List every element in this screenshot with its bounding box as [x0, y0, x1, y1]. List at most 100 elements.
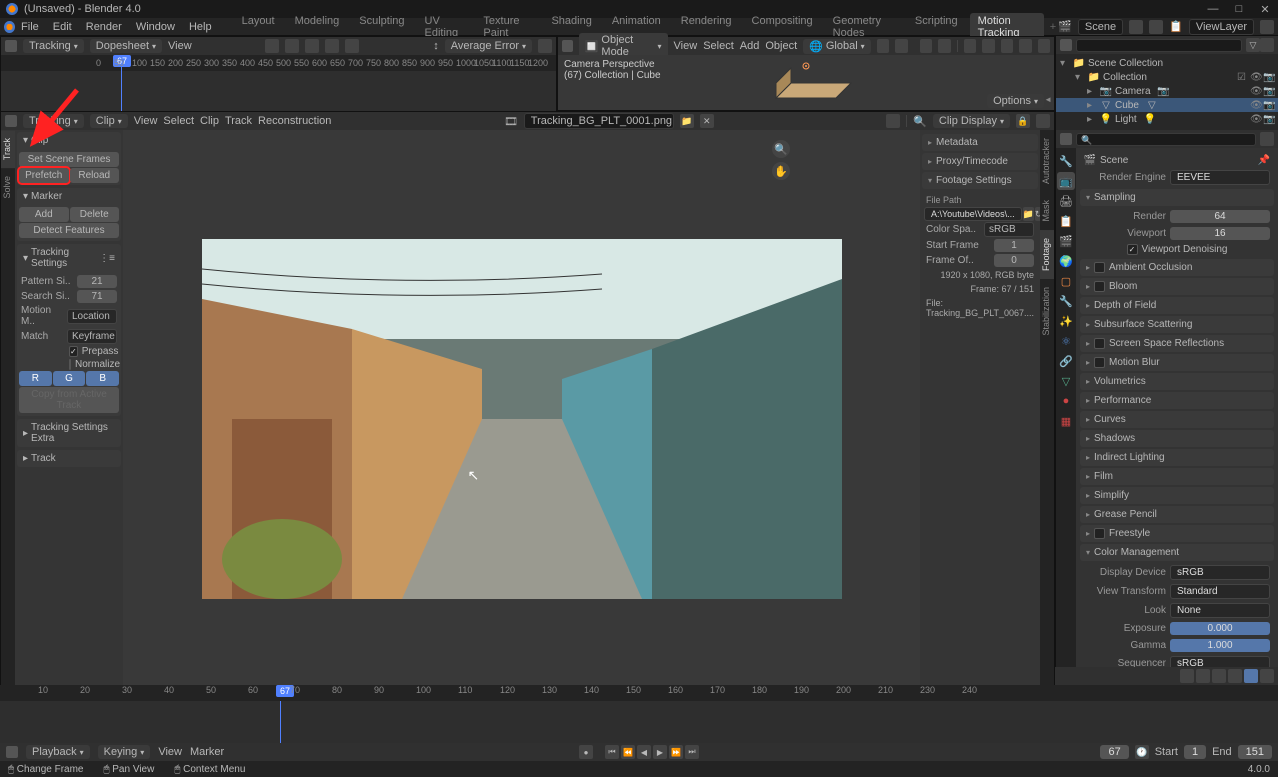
- jump-start-button[interactable]: ⏮: [605, 745, 619, 759]
- view-menu[interactable]: View: [674, 40, 698, 52]
- prefetch-button[interactable]: Prefetch: [19, 168, 69, 183]
- editor-type-selector[interactable]: [1060, 39, 1072, 51]
- tool-icon[interactable]: [325, 39, 339, 53]
- panel-checkbox[interactable]: [1094, 338, 1105, 349]
- graph-ruler[interactable]: 67 1020304050607080901001101201301401501…: [0, 685, 1278, 701]
- dopesheet-ruler[interactable]: 67 0501001502002503003504004505005506006…: [1, 55, 556, 71]
- add-marker-button[interactable]: Add: [19, 207, 69, 222]
- search-size-field[interactable]: 71: [77, 290, 117, 303]
- ambient-occlusion-panel-header[interactable]: ▸Ambient Occlusion: [1080, 259, 1274, 276]
- motion-model-select[interactable]: Location: [67, 309, 117, 324]
- tracking-settings-panel-header[interactable]: ▾Tracking Settings⋮≡: [17, 244, 121, 272]
- filter-button[interactable]: [1180, 669, 1194, 683]
- view-menu[interactable]: View: [158, 746, 182, 758]
- viewlayer-selector[interactable]: ViewLayer: [1189, 19, 1254, 35]
- wireframe-shading[interactable]: [982, 39, 995, 53]
- clip-view[interactable]: ↖ 🔍 ✋: [123, 130, 920, 708]
- motion-blur-panel-header[interactable]: ▸Motion Blur: [1080, 354, 1274, 371]
- exclude-icon[interactable]: ☑: [1237, 72, 1248, 83]
- options-dropdown[interactable]: Options ▾: [987, 94, 1044, 108]
- pattern-size-field[interactable]: 21: [77, 275, 117, 288]
- track-side-tab[interactable]: Track: [1, 130, 15, 168]
- play-button[interactable]: ▶: [653, 745, 667, 759]
- eye-icon[interactable]: 👁: [1250, 100, 1261, 111]
- xray-button[interactable]: [964, 39, 977, 53]
- panel-checkbox[interactable]: [1094, 528, 1105, 539]
- invert-button[interactable]: [538, 39, 552, 53]
- film-panel-header[interactable]: ▸Film: [1080, 468, 1274, 485]
- auto-keying-button[interactable]: ●: [579, 745, 593, 759]
- filter-button[interactable]: [1244, 669, 1258, 683]
- g-channel-button[interactable]: G: [53, 371, 86, 386]
- edit-menu[interactable]: Edit: [53, 21, 72, 33]
- tool-icon[interactable]: [285, 39, 299, 53]
- filter-button[interactable]: ▽: [1246, 38, 1260, 52]
- proportional-button[interactable]: [895, 39, 908, 53]
- view-menu[interactable]: View: [134, 115, 158, 127]
- track-menu[interactable]: Track: [225, 115, 252, 127]
- eye-icon[interactable]: 👁: [1250, 114, 1261, 125]
- texture-tab[interactable]: ▦: [1057, 412, 1075, 430]
- color-mgmt-panel-header[interactable]: ▾Color Management: [1080, 544, 1274, 561]
- view-transform-select[interactable]: Standard: [1170, 584, 1270, 599]
- reconstruction-menu[interactable]: Reconstruction: [258, 115, 331, 127]
- file-path-field[interactable]: A:\Youtube\Videos\...: [924, 207, 1022, 221]
- data-tab[interactable]: ▽: [1057, 372, 1075, 390]
- eye-icon[interactable]: 👁: [1250, 72, 1261, 83]
- render-menu[interactable]: Render: [86, 21, 122, 33]
- tool-icon[interactable]: [345, 39, 359, 53]
- tool-tab[interactable]: 🔧: [1057, 152, 1075, 170]
- simplify-panel-header[interactable]: ▸Simplify: [1080, 487, 1274, 504]
- maximize-button[interactable]: □: [1232, 2, 1246, 16]
- material-shading[interactable]: [1019, 39, 1032, 53]
- output-tab[interactable]: 🖨: [1057, 192, 1075, 210]
- normalize-checkbox[interactable]: [69, 359, 71, 370]
- app-icon[interactable]: [4, 21, 15, 33]
- delete-scene-button[interactable]: [1149, 20, 1163, 34]
- orientation-dropdown[interactable]: 🌐 Global▾: [803, 39, 871, 54]
- delete-marker-button[interactable]: Delete: [70, 207, 120, 222]
- current-frame-field[interactable]: 67: [1100, 745, 1128, 759]
- gamma-field[interactable]: 1.000: [1170, 639, 1270, 652]
- track-panel-header[interactable]: ▸Track: [17, 450, 121, 467]
- editor-type-selector[interactable]: [1060, 133, 1072, 145]
- add-workspace-button[interactable]: +: [1050, 21, 1056, 33]
- look-select[interactable]: None: [1170, 603, 1270, 618]
- bloom-panel-header[interactable]: ▸Bloom: [1080, 278, 1274, 295]
- proxy-panel-header[interactable]: ▸Proxy/Timecode: [922, 153, 1038, 170]
- indirect-lighting-panel-header[interactable]: ▸Indirect Lighting: [1080, 449, 1274, 466]
- preview-range-button[interactable]: 🕐: [1135, 745, 1149, 759]
- match-select[interactable]: Keyframe: [67, 329, 117, 344]
- add-menu[interactable]: Add: [740, 40, 760, 52]
- new-scene-button[interactable]: [1129, 20, 1143, 34]
- filter-dropdown[interactable]: Average Error▾: [445, 39, 532, 53]
- keyframe-prev-button[interactable]: ⏪: [621, 745, 635, 759]
- depth-of-field-panel-header[interactable]: ▸Depth of Field: [1080, 297, 1274, 314]
- shadows-panel-header[interactable]: ▸Shadows: [1080, 430, 1274, 447]
- presets-icon[interactable]: ⋮≡: [99, 253, 115, 264]
- curves-panel-header[interactable]: ▸Curves: [1080, 411, 1274, 428]
- render-icon[interactable]: 📷: [1263, 72, 1274, 83]
- solid-shading[interactable]: [1001, 39, 1014, 53]
- tool-icon[interactable]: [305, 39, 319, 53]
- render-icon[interactable]: 📷: [1263, 114, 1274, 125]
- grease-pencil-panel-header[interactable]: ▸Grease Pencil: [1080, 506, 1274, 523]
- frame-offset-field[interactable]: 0: [994, 254, 1034, 267]
- filter-button[interactable]: [1228, 669, 1242, 683]
- dopesheet-mode-dropdown[interactable]: Dopesheet▾: [90, 39, 162, 53]
- render-icon[interactable]: 📷: [1263, 100, 1274, 111]
- object-tab[interactable]: ▢: [1057, 272, 1075, 290]
- keying-menu[interactable]: Keying▾: [98, 745, 151, 759]
- prepass-checkbox[interactable]: [69, 346, 78, 357]
- close-button[interactable]: ✕: [1258, 2, 1272, 16]
- copy-from-active-button[interactable]: Copy from Active Track: [19, 387, 119, 413]
- clip-panel-header[interactable]: ▾Clip: [17, 132, 121, 149]
- clip-mode-dropdown[interactable]: Clip▾: [90, 114, 128, 128]
- snap-button[interactable]: [877, 39, 890, 53]
- jump-end-button[interactable]: ⏭: [685, 745, 699, 759]
- breadcrumb[interactable]: Scene: [1100, 155, 1128, 166]
- gizmo-button[interactable]: [920, 39, 933, 53]
- reload-button[interactable]: Reload: [70, 168, 120, 183]
- open-clip-button[interactable]: 📁: [680, 114, 694, 128]
- tracking-dropdown[interactable]: Tracking▾: [23, 114, 84, 128]
